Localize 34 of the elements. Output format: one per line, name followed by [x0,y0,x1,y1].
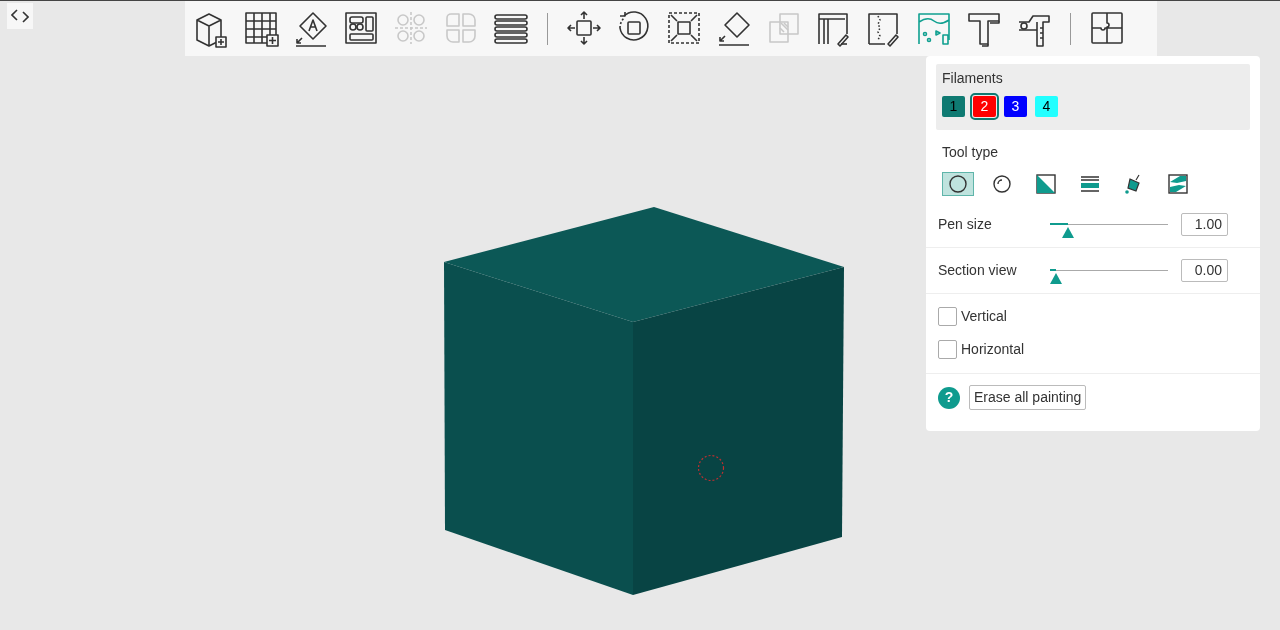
emboss-text-tool-button[interactable] [293,9,329,48]
triangle-icon [1036,174,1056,194]
move-tool-button[interactable] [566,9,602,48]
checkbox-label: Vertical [961,307,1007,326]
checkbox[interactable] [938,307,957,326]
checkbox[interactable] [938,340,957,359]
slider-label: Pen size [938,215,993,234]
section-title: Tool type [941,143,1000,162]
add-grid-icon [243,9,279,48]
erase-all-button[interactable]: Erase all painting [969,385,1087,410]
tool-type-button[interactable] [942,172,974,196]
lay-flat-tool-button[interactable] [716,9,752,48]
section-title: Filaments [942,69,1004,88]
slider-thumb[interactable] [1061,227,1074,238]
slider-thumb[interactable] [1049,273,1062,284]
value-field[interactable]: 0.00 [1181,259,1228,282]
emboss-text-icon [293,9,329,48]
value-field[interactable]: 1.00 [1181,213,1228,236]
filament-swatch[interactable]: 1 [942,96,965,117]
code-arrows-icon [11,9,29,23]
move-icon [566,9,602,48]
gap-fill-icon [1168,174,1188,194]
circle-icon [948,174,968,194]
filament-swatch[interactable]: 4 [1035,96,1058,117]
checkbox-label: Horizontal [961,340,1025,359]
brush-cursor-icon [697,454,725,482]
lay-flat-icon [716,9,752,48]
collapse-sidebar-button[interactable] [7,3,33,29]
sphere-icon [992,174,1012,194]
filament-swatch[interactable]: 2 [973,96,996,117]
filament-swatch[interactable]: 3 [1004,96,1027,117]
add-grid-tool-button[interactable] [243,9,279,48]
slider-label: Section view [938,261,1018,280]
horizontal-bands-icon [1080,174,1100,194]
